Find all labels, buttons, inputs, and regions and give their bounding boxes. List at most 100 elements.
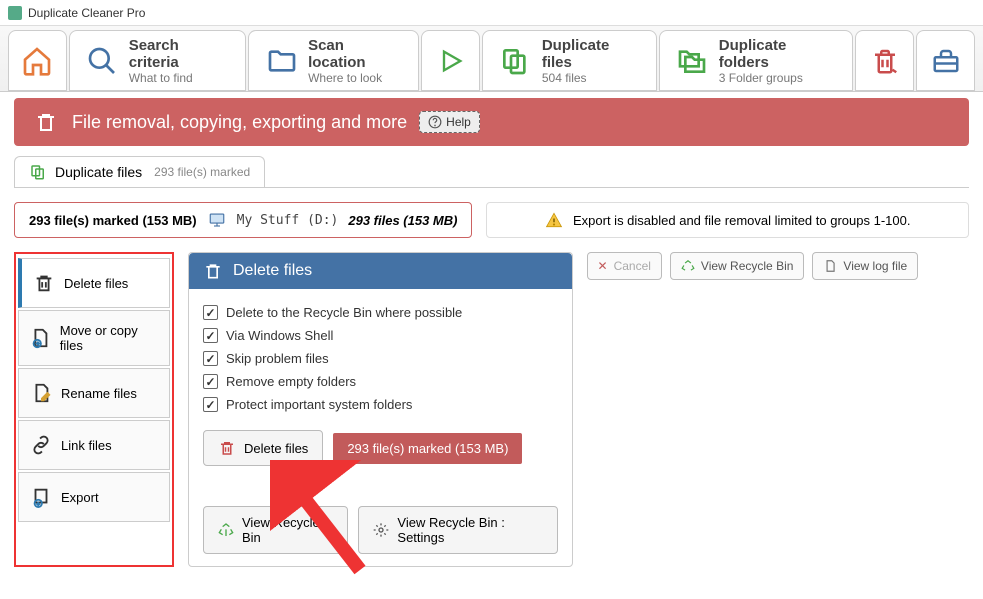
tab-removal[interactable] — [855, 30, 914, 91]
tab-sub: What to find — [129, 71, 193, 85]
side-tab-export[interactable]: Export — [18, 472, 170, 522]
titlebar: Duplicate Cleaner Pro — [0, 0, 983, 26]
checkbox-icon[interactable] — [203, 397, 218, 412]
duplicate-files-icon — [499, 44, 532, 78]
app-icon — [8, 6, 22, 20]
view-recycle-bin-settings-button[interactable]: View Recycle Bin : Settings — [358, 506, 557, 554]
view-log-label: View log file — [843, 259, 907, 273]
main-row: Delete files Move or copy files Rename f… — [14, 252, 969, 567]
tab-tools[interactable] — [916, 30, 975, 91]
view-rb-label: View Recycle Bin — [242, 515, 333, 545]
recycle-icon — [681, 259, 695, 273]
monitor-icon — [207, 211, 227, 229]
tab-title: Duplicate files — [542, 37, 640, 71]
tab-title: Duplicate folders — [719, 37, 836, 71]
recycle-icon — [218, 522, 234, 538]
tab-duplicate-folders[interactable]: Duplicate folders 3 Folder groups — [659, 30, 853, 91]
option-recycle-bin[interactable]: Delete to the Recycle Bin where possible — [203, 301, 558, 324]
help-label: Help — [446, 115, 471, 129]
tab-title: Search criteria — [129, 37, 230, 71]
side-tab-move[interactable]: Move or copy files — [18, 310, 170, 366]
window-title: Duplicate Cleaner Pro — [28, 6, 145, 20]
marked-badge: 293 file(s) marked (153 MB) — [333, 433, 522, 464]
delete-files-button[interactable]: Delete files — [203, 430, 323, 466]
option-remove-empty[interactable]: Remove empty folders — [203, 370, 558, 393]
tab-search-criteria[interactable]: Search criteria What to find — [69, 30, 246, 91]
tab-sub: Where to look — [308, 71, 382, 85]
search-icon — [86, 44, 119, 78]
drive-files: 293 files (153 MB) — [348, 213, 457, 228]
delete-btn-label: Delete files — [244, 441, 308, 456]
checkbox-icon[interactable] — [203, 351, 218, 366]
side-tab-link[interactable]: Link files — [18, 420, 170, 470]
side-tab-delete[interactable]: Delete files — [18, 258, 170, 308]
tab-home[interactable] — [8, 30, 67, 91]
warning-icon — [545, 211, 563, 229]
cancel-label: Cancel — [614, 259, 651, 273]
move-icon — [29, 326, 52, 350]
panel-body: Delete to the Recycle Bin where possible… — [189, 289, 572, 566]
view-log-button[interactable]: View log file — [812, 252, 918, 280]
tab-play[interactable] — [421, 30, 480, 91]
side-tab-label: Rename files — [61, 386, 137, 401]
trash-icon — [218, 439, 236, 457]
rename-icon — [29, 381, 53, 405]
delete-action-row: Delete files 293 file(s) marked (153 MB) — [203, 430, 558, 466]
option-windows-shell[interactable]: Via Windows Shell — [203, 324, 558, 347]
tab-duplicate-files[interactable]: Duplicate files 504 files — [482, 30, 657, 91]
warning-text: Export is disabled and file removal limi… — [573, 213, 910, 228]
side-tab-label: Link files — [61, 438, 112, 453]
sub-tab-duplicate-files[interactable]: Duplicate files 293 file(s) marked — [14, 156, 265, 187]
side-tab-label: Export — [61, 490, 99, 505]
trash-icon — [32, 271, 56, 295]
panel-title: Delete files — [233, 262, 312, 280]
side-tab-label: Move or copy files — [60, 323, 159, 353]
checkbox-icon[interactable] — [203, 328, 218, 343]
view-recycle-label: View Recycle Bin — [701, 259, 793, 273]
checkbox-icon[interactable] — [203, 374, 218, 389]
side-tab-label: Delete files — [64, 276, 128, 291]
sub-tab-count: 293 file(s) marked — [154, 165, 250, 179]
play-icon — [434, 44, 467, 78]
option-label: Skip problem files — [226, 351, 329, 366]
marked-info-box: 293 file(s) marked (153 MB) My Stuff (D:… — [14, 202, 472, 238]
sub-tab-title: Duplicate files — [55, 164, 142, 180]
delete-files-panel: Delete files Delete to the Recycle Bin w… — [188, 252, 573, 567]
file-icon — [823, 259, 837, 273]
tab-sub: 504 files — [542, 71, 587, 85]
duplicate-folders-icon — [676, 44, 709, 78]
marked-info: 293 file(s) marked (153 MB) — [29, 213, 197, 228]
section-header: File removal, copying, exporting and mor… — [14, 98, 969, 146]
tab-title: Scan location — [308, 37, 402, 71]
right-buttons: ✕ Cancel View Recycle Bin View log file — [587, 252, 970, 280]
option-label: Delete to the Recycle Bin where possible — [226, 305, 462, 320]
option-skip-problem[interactable]: Skip problem files — [203, 347, 558, 370]
tab-sub: 3 Folder groups — [719, 71, 803, 85]
drive-label: My Stuff (D:) — [237, 213, 339, 228]
help-button[interactable]: Help — [419, 111, 480, 133]
panel-header: Delete files — [189, 253, 572, 289]
checkbox-icon[interactable] — [203, 305, 218, 320]
option-label: Protect important system folders — [226, 397, 412, 412]
sub-tabbar: Duplicate files 293 file(s) marked — [14, 156, 969, 187]
trash-icon — [868, 44, 901, 78]
trash-icon — [32, 108, 60, 136]
tab-scan-location[interactable]: Scan location Where to look — [248, 30, 419, 91]
info-row: 293 file(s) marked (153 MB) My Stuff (D:… — [14, 202, 969, 238]
cancel-button[interactable]: ✕ Cancel — [587, 252, 662, 280]
right-column: ✕ Cancel View Recycle Bin View log file — [587, 252, 970, 567]
side-tab-rename[interactable]: Rename files — [18, 368, 170, 418]
section-title: File removal, copying, exporting and mor… — [72, 112, 407, 133]
option-label: Via Windows Shell — [226, 328, 333, 343]
warning-box: Export is disabled and file removal limi… — [486, 202, 969, 238]
close-icon: ✕ — [598, 259, 608, 273]
link-icon — [29, 433, 53, 457]
option-protect-system[interactable]: Protect important system folders — [203, 393, 558, 416]
view-rb-settings-label: View Recycle Bin : Settings — [397, 515, 542, 545]
view-recycle-bin-button[interactable]: View Recycle Bin — [203, 506, 348, 554]
recycle-action-row: View Recycle Bin View Recycle Bin : Sett… — [203, 506, 558, 554]
help-icon — [428, 115, 442, 129]
trash-icon — [203, 261, 223, 281]
view-recycle-bin-button-right[interactable]: View Recycle Bin — [670, 252, 804, 280]
copy-icon — [29, 163, 47, 181]
